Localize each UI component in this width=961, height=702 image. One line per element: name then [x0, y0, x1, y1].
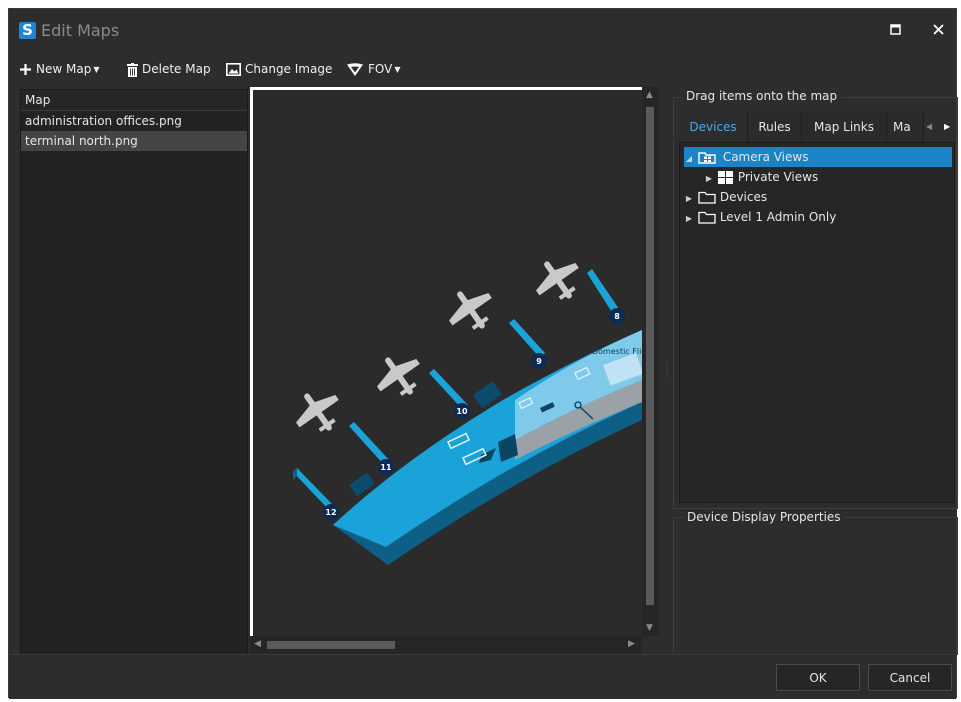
delete-map-label: Delete Map — [142, 62, 211, 76]
folder-icon — [698, 191, 716, 204]
fov-icon — [347, 62, 363, 76]
map-list: Map administration offices.png terminal … — [20, 89, 248, 657]
edit-maps-dialog: S Edit Maps New Map ▼ Delete Map Change I… — [8, 8, 958, 699]
tab-rules[interactable]: Rules — [748, 112, 802, 142]
device-display-properties-label: Device Display Properties — [683, 510, 845, 524]
tree-item-label: Camera Views — [719, 150, 815, 164]
tree-item-label: Devices — [719, 190, 768, 204]
splitter-grip-icon[interactable]: ⋮ ⋮ ⋮ — [663, 360, 671, 381]
chevron-down-icon: ▼ — [394, 64, 401, 74]
collapsed-arrow-icon[interactable]: ▶ — [684, 209, 694, 229]
image-icon — [226, 63, 241, 76]
map-list-header: Map — [21, 90, 247, 111]
map-list-item-selected[interactable]: terminal north.png — [21, 131, 247, 151]
title-bar: S Edit Maps — [9, 9, 956, 55]
scroll-left-icon[interactable]: ◀ — [254, 639, 261, 649]
map-vertical-scrollbar[interactable]: ▲ ▼ — [642, 87, 659, 636]
scroll-down-icon[interactable]: ▼ — [646, 623, 653, 633]
map-list-item[interactable]: administration offices.png — [21, 111, 247, 131]
gate-12-label: 12 — [325, 508, 336, 517]
device-display-properties-group — [673, 517, 958, 655]
close-icon — [932, 24, 944, 35]
tree-item-label: Private Views — [737, 170, 819, 184]
scroll-up-icon[interactable]: ▲ — [646, 90, 653, 100]
horizontal-scroll-thumb[interactable] — [267, 641, 395, 649]
new-map-label: New Map — [36, 62, 92, 76]
device-tree: ◢ Camera Views ▶ Private Views ▶ Devices… — [679, 142, 955, 503]
toolbar: New Map ▼ Delete Map Change Image FOV ▼ — [9, 57, 956, 81]
collapsed-arrow-icon[interactable]: ▶ — [704, 169, 714, 189]
item-tabs: Devices Rules Map Links Ma ◀ ▶ — [679, 112, 956, 142]
gate-10-label: 10 — [456, 407, 468, 416]
tab-map-links[interactable]: Map Links — [802, 112, 887, 142]
fov-label: FOV — [368, 62, 393, 76]
change-image-label: Change Image — [245, 62, 333, 76]
tree-item-level-1-admin-only[interactable]: ▶ Level 1 Admin Only — [684, 207, 836, 227]
collapsed-arrow-icon[interactable]: ▶ — [684, 189, 694, 209]
tab-scroll-left-icon[interactable]: ◀ — [926, 122, 932, 131]
window-title: Edit Maps — [41, 21, 120, 40]
camera-views-folder-icon — [698, 152, 716, 164]
maximize-icon — [889, 24, 901, 35]
plus-icon — [20, 64, 31, 75]
change-image-button[interactable]: Change Image — [226, 57, 332, 81]
map-canvas[interactable]: Domestic Flights 8 9 10 11 12 — [250, 87, 642, 636]
trash-icon — [127, 62, 138, 77]
chevron-down-icon: ▼ — [93, 64, 100, 74]
tree-item-label: Level 1 Admin Only — [719, 210, 837, 224]
scroll-right-icon[interactable]: ▶ — [628, 639, 635, 649]
tree-item-devices[interactable]: ▶ Devices — [684, 187, 767, 207]
dialog-footer: OK Cancel — [9, 654, 956, 699]
ok-button[interactable]: OK — [776, 664, 860, 691]
gate-8-label: 8 — [614, 312, 620, 321]
delete-map-button[interactable]: Delete Map — [127, 57, 211, 81]
domestic-flights-label: Domestic Flights — [592, 347, 642, 356]
folder-icon — [698, 211, 716, 224]
new-map-button[interactable]: New Map ▼ — [19, 57, 99, 81]
cancel-button[interactable]: Cancel — [868, 664, 952, 691]
tree-item-camera-views[interactable]: ◢ Camera Views — [684, 147, 952, 167]
tab-devices[interactable]: Devices — [679, 112, 748, 142]
maximize-button[interactable] — [881, 19, 909, 43]
tab-more[interactable]: Ma — [887, 112, 924, 142]
map-horizontal-scrollbar[interactable]: ◀ ▶ — [250, 636, 642, 654]
gate-9-label: 9 — [536, 357, 542, 366]
close-button[interactable] — [924, 19, 952, 43]
gate-11-label: 11 — [380, 463, 392, 472]
tree-item-private-views[interactable]: ▶ Private Views — [704, 167, 818, 187]
fov-button[interactable]: FOV ▼ — [346, 57, 401, 81]
app-logo-icon: S — [19, 22, 36, 39]
tab-scroll-right-icon[interactable]: ▶ — [944, 122, 950, 131]
terminal-map-image[interactable]: Domestic Flights 8 9 10 11 12 — [253, 90, 642, 636]
drag-items-group-label: Drag items onto the map — [682, 89, 842, 103]
grid-view-icon — [717, 171, 733, 184]
vertical-scroll-thumb[interactable] — [646, 107, 654, 605]
expanded-arrow-icon[interactable]: ◢ — [684, 149, 694, 169]
